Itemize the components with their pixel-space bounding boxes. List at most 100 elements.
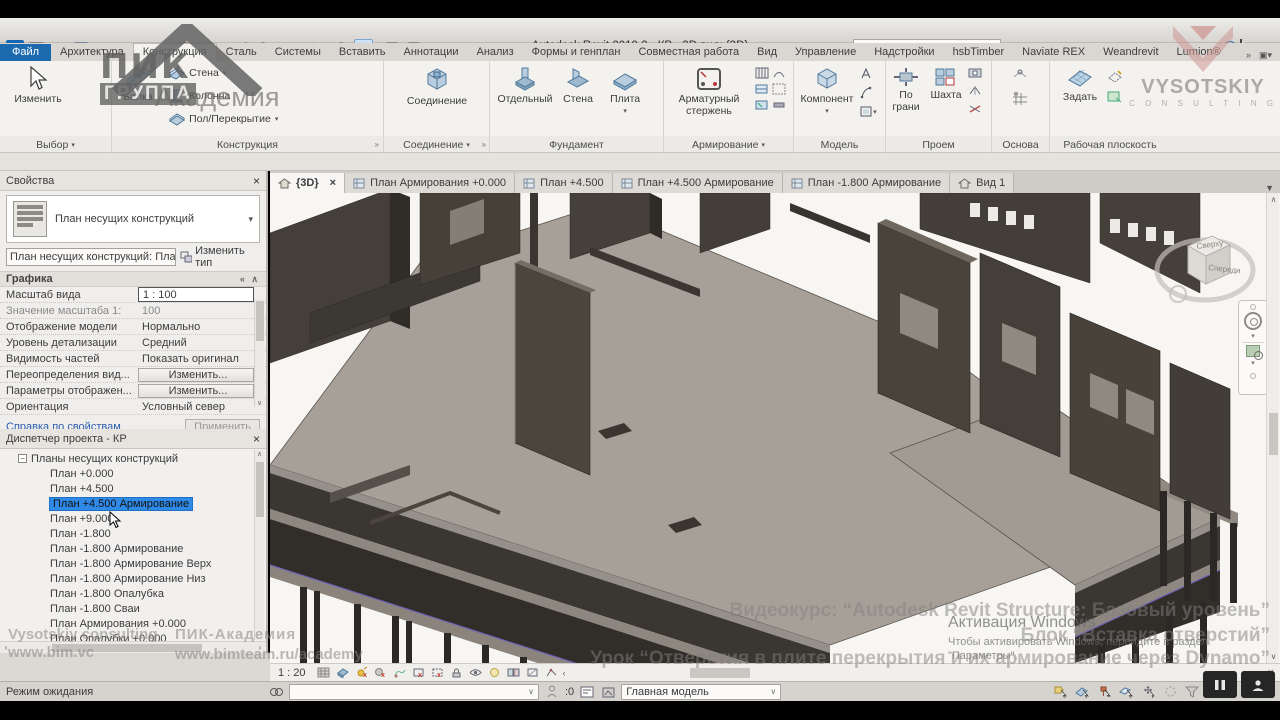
view-tab-plan-arm-0[interactable]: План Армирования +0.000	[345, 173, 516, 193]
tab-systems[interactable]: Системы	[266, 44, 330, 61]
browser-header[interactable]: Диспетчер проекта - КР ×	[0, 429, 266, 449]
select-pinned-toggle-icon[interactable]	[1096, 684, 1112, 699]
type-selector-caret[interactable]: ▾	[248, 214, 253, 225]
workset-select[interactable]: ∨	[289, 683, 539, 700]
caption-select[interactable]: Выбор ▾	[0, 136, 112, 153]
tab-lumion[interactable]: Lumion®	[1168, 44, 1230, 61]
properties-header[interactable]: Свойства ×	[0, 171, 266, 191]
view-tab-plan-1800-arm[interactable]: План -1.800 Армирование	[782, 173, 951, 193]
tree-item-selected[interactable]: План +4.500 Армирование	[48, 496, 266, 511]
connection-button[interactable]: Соединение	[392, 61, 482, 131]
model-text-icon[interactable]	[859, 67, 873, 80]
worksharing-display-icon[interactable]	[506, 666, 521, 680]
fabric-sheet-icon[interactable]	[772, 83, 786, 95]
component-button[interactable]: Компонент ▾	[798, 61, 856, 131]
opening-by-face-button[interactable]: По грани	[888, 61, 924, 131]
tab-massing-site[interactable]: Формы и генплан	[523, 44, 630, 61]
model-line-icon[interactable]	[859, 86, 873, 99]
model-group-icon[interactable]	[859, 105, 873, 118]
prop-row-scale[interactable]: Масштаб вида 1 : 100	[0, 287, 266, 303]
prop-row-parts-visibility[interactable]: Видимость частей Показать оригинал	[0, 351, 266, 367]
tree-item[interactable]: План +9.000	[50, 511, 266, 526]
shadows-icon[interactable]: x	[373, 666, 388, 680]
set-workplane-button[interactable]: Задать	[1056, 61, 1104, 131]
view-tab-plan-4500-arm[interactable]: План +4.500 Армирование	[612, 173, 783, 193]
section-graphics[interactable]: Графика « ∧	[0, 271, 266, 287]
column-button[interactable]: Колонна	[169, 84, 278, 107]
analytical-icon[interactable]	[544, 666, 559, 680]
design-options-icon[interactable]	[579, 684, 595, 699]
zoom-caret[interactable]: ▾	[1251, 359, 1255, 367]
type-selector[interactable]: План несущих конструкций ▾	[6, 195, 260, 243]
zoom-icon[interactable]	[1246, 345, 1263, 360]
crop-view-icon[interactable]: x	[411, 666, 426, 680]
fabric-area-icon[interactable]	[755, 83, 769, 95]
filter-icon[interactable]	[1184, 684, 1200, 699]
view-tab-list-icon[interactable]: ▼	[1265, 183, 1280, 193]
tree-item[interactable]: План +4.500	[50, 481, 266, 496]
prop-row-display-model[interactable]: Отображение модели Нормально	[0, 319, 266, 335]
drawing-canvas[interactable]	[270, 193, 1280, 663]
tab-hsbtimber[interactable]: hsbTimber	[944, 44, 1014, 61]
temporary-hide-icon[interactable]	[468, 666, 483, 680]
caption-workplane[interactable]: Рабочая плоскость	[1050, 136, 1170, 153]
tab-addins[interactable]: Надстройки	[865, 44, 943, 61]
worksets-icon[interactable]	[268, 684, 284, 699]
caption-rebar[interactable]: Армирование ▾	[664, 136, 794, 153]
wall-foundation-button[interactable]: Стена	[557, 61, 599, 131]
wall-button[interactable]: Стена ▾	[169, 61, 278, 84]
vertical-opening-icon[interactable]	[968, 85, 982, 96]
view-tab-vid1[interactable]: Вид 1	[950, 173, 1015, 193]
video-user-button[interactable]	[1241, 671, 1275, 698]
properties-scrollbar[interactable]: ∨	[254, 299, 264, 407]
caption-foundation[interactable]: Фундамент	[490, 136, 664, 153]
tab-annotate[interactable]: Аннотации	[395, 44, 468, 61]
tree-item[interactable]: План -1.800 Сваи	[50, 601, 266, 616]
tree-item[interactable]: План +0.000	[50, 466, 266, 481]
scale-control[interactable]: 1 : 20	[278, 667, 306, 679]
tab-collaborate[interactable]: Совместная работа	[629, 44, 748, 61]
type-combo[interactable]: План несущих конструкций: План +∨	[6, 248, 176, 266]
3d-lock-icon[interactable]	[449, 666, 464, 680]
background-processes-icon[interactable]	[1162, 684, 1178, 699]
rebar-path-icon[interactable]	[772, 67, 786, 79]
reveal-hidden-icon[interactable]	[487, 666, 502, 680]
workplane-viewer-icon[interactable]	[1107, 90, 1123, 103]
isolated-foundation-button[interactable]: Отдельный	[496, 61, 554, 131]
shaft-opening-button[interactable]: Шахта	[927, 61, 965, 131]
tree-item[interactable]: План -1.800 Армирование Верх	[50, 556, 266, 571]
view-tab-3d[interactable]: {3D} ×	[270, 173, 346, 193]
dormer-opening-icon[interactable]	[968, 103, 982, 114]
tab-file[interactable]: Файл	[0, 44, 52, 61]
tab-manage[interactable]: Управление	[786, 44, 865, 61]
tree-group-structural-plans[interactable]: − Планы несущих конструкций	[18, 451, 266, 466]
drag-on-selection-toggle-icon[interactable]	[1140, 684, 1156, 699]
floor-button[interactable]: Пол/Перекрытие ▾	[169, 107, 278, 130]
beam-button[interactable]: Балка	[116, 61, 160, 131]
show-workplane-icon[interactable]	[1107, 69, 1123, 83]
grid-icon[interactable]	[1012, 91, 1028, 106]
caption-connection[interactable]: Соединение ▾»	[384, 136, 490, 153]
tab-structure[interactable]: Конструкция	[132, 43, 217, 61]
caption-model[interactable]: Модель	[794, 136, 886, 153]
navigation-bar[interactable]: ▾ ▾	[1238, 300, 1268, 395]
design-option-select[interactable]: Главная модель ∨	[621, 683, 782, 700]
tab-steel[interactable]: Сталь	[217, 44, 266, 61]
tab-overflow-icon[interactable]: »	[1246, 50, 1251, 61]
video-pause-button[interactable]	[1203, 671, 1237, 698]
wheel-caret[interactable]: ▾	[1251, 332, 1255, 340]
caption-opening[interactable]: Проем	[886, 136, 992, 153]
properties-close-icon[interactable]: ×	[253, 174, 260, 188]
tree-item[interactable]: План -1.800 Опалубка	[50, 586, 266, 601]
select-underlay-toggle-icon[interactable]	[1074, 684, 1090, 699]
render-icon[interactable]	[392, 666, 407, 680]
prop-row-display-options[interactable]: Параметры отображен... Изменить...	[0, 383, 266, 399]
canvas-vscrollbar[interactable]: ∧ ∨	[1266, 193, 1279, 663]
editing-requests-icon[interactable]	[544, 684, 560, 699]
browser-scrollbar[interactable]: ∧	[254, 450, 264, 640]
visual-style-icon[interactable]	[335, 666, 350, 680]
sun-path-icon[interactable]: x	[354, 666, 369, 680]
slab-foundation-button[interactable]: Плита ▾	[602, 63, 648, 133]
close-view-icon[interactable]: ×	[330, 177, 336, 189]
steering-wheel-icon[interactable]	[1244, 312, 1262, 330]
